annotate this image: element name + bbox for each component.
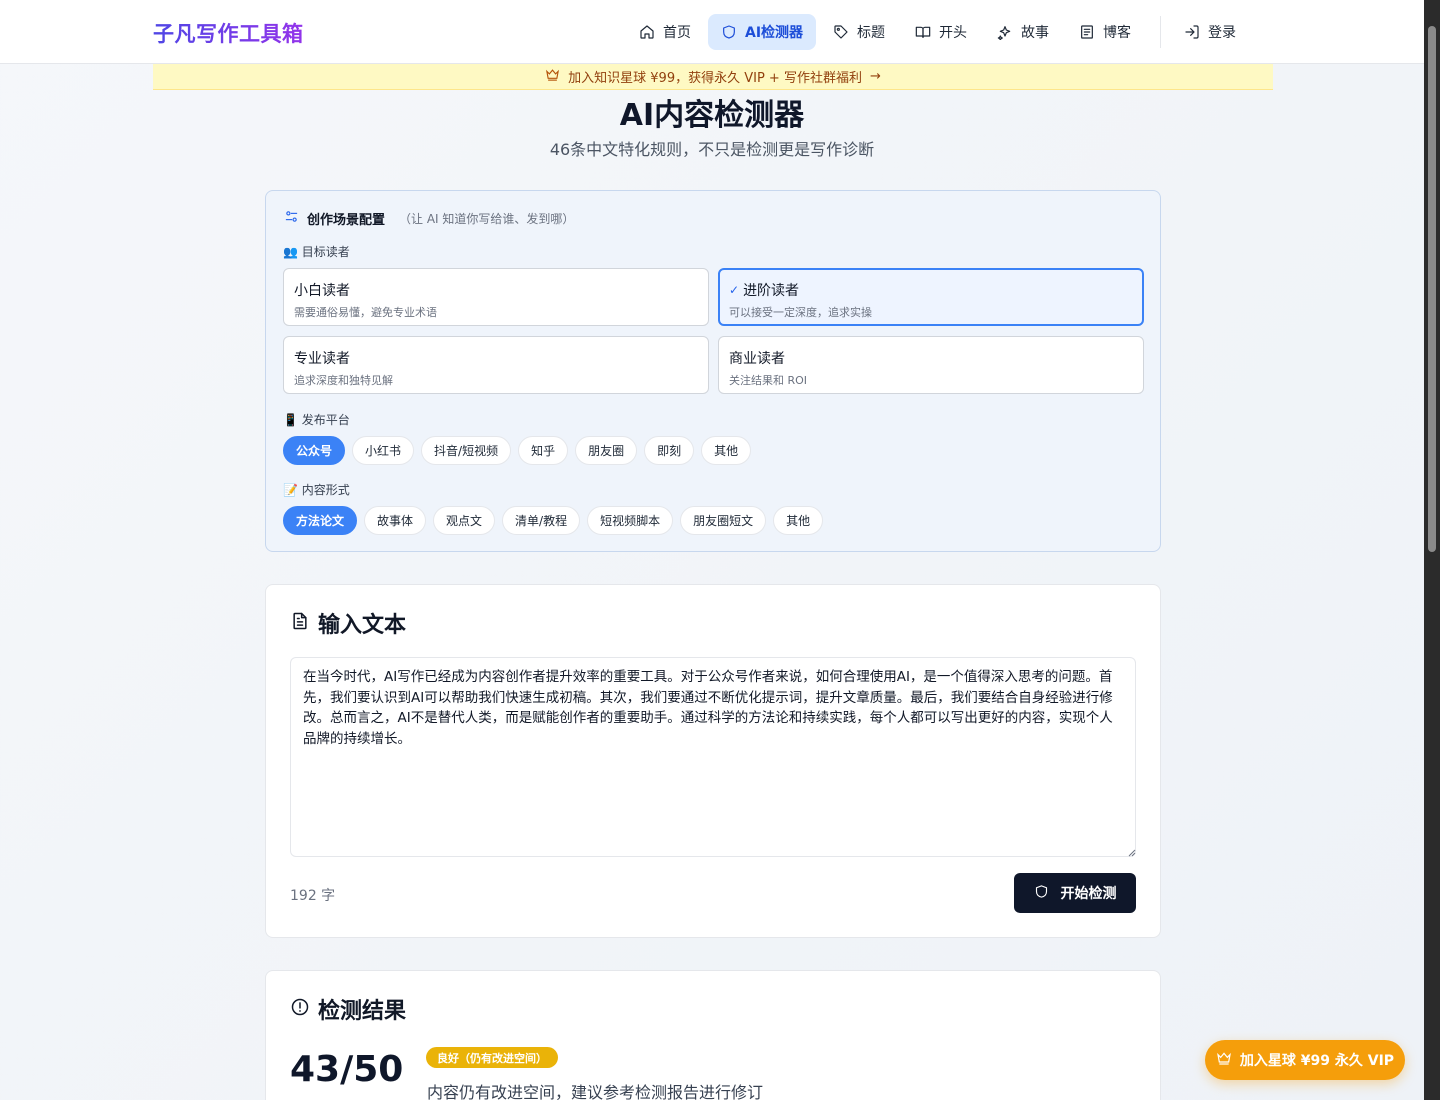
- format-label: 📝 内容形式: [283, 483, 350, 497]
- brand-logo[interactable]: 子凡写作工具箱: [153, 18, 304, 48]
- result-description: 内容仍有改进空间，建议参考检测报告进行修订: [427, 1083, 764, 1100]
- home-icon: [639, 24, 655, 40]
- audience-option-beginner[interactable]: 小白读者 需要通俗易懂，避免专业术语: [283, 268, 709, 326]
- format-chip[interactable]: 短视频脚本: [587, 506, 674, 535]
- nav-label: 博客: [1103, 25, 1132, 41]
- audience-name-row: ✓ 进阶读者: [729, 280, 1133, 300]
- score-value: 43/50: [290, 1049, 404, 1090]
- nav-label: 故事: [1021, 25, 1050, 41]
- crown-icon: [1216, 1050, 1232, 1070]
- vip-banner[interactable]: 加入知识星球 ¥99，获得永久 VIP + 写作社群福利 →: [153, 64, 1273, 90]
- format-chip[interactable]: 其他: [773, 506, 824, 535]
- sliders-icon: [284, 209, 299, 228]
- nav-item-blog[interactable]: 博客: [1066, 14, 1144, 50]
- main-nav: 首页 AI检测器 标题 开头 故事 博客 登录: [626, 14, 1253, 50]
- login-icon: [1184, 24, 1200, 40]
- page-title: AI内容检测器: [619, 98, 805, 133]
- nav-label: 标题: [857, 25, 886, 41]
- platform-chips: 公众号 小红书 抖音/短视频 知乎 朋友圈 即刻 其他: [283, 436, 752, 465]
- alert-circle-icon: [290, 997, 310, 1021]
- nav-item-home[interactable]: 首页: [626, 14, 704, 50]
- vip-label: 加入星球 ¥99 永久 VIP: [1239, 1053, 1395, 1069]
- scene-header: 创作场景配置 （让 AI 知道你写给谁、发到哪）: [284, 209, 574, 228]
- result-header: 检测结果: [290, 993, 406, 1025]
- audience-desc: 关注结果和 ROI: [729, 374, 808, 387]
- audience-option-advanced[interactable]: ✓ 进阶读者 可以接受一定深度，追求实操: [718, 268, 1144, 326]
- nav-item-ai-detector[interactable]: AI检测器: [708, 14, 817, 50]
- format-chip[interactable]: 方法论文: [283, 506, 358, 535]
- scrollbar-thumb[interactable]: [1428, 26, 1436, 552]
- nav-label: 首页: [663, 25, 691, 41]
- nav-item-story[interactable]: 故事: [984, 14, 1062, 50]
- format-chip[interactable]: 故事体: [364, 506, 427, 535]
- audience-option-professional[interactable]: 专业读者 追求深度和独特见解: [283, 336, 709, 394]
- format-chip[interactable]: 清单/教程: [502, 506, 581, 535]
- check-icon: ✓: [729, 283, 740, 297]
- audience-desc: 需要通俗易懂，避免专业术语: [294, 306, 437, 319]
- book-icon: [915, 24, 931, 40]
- top-header: 子凡写作工具箱 首页 AI检测器 标题 开头 故事 博客 登录: [0, 0, 1424, 64]
- platform-chip[interactable]: 其他: [701, 436, 752, 465]
- input-title: 输入文本: [318, 613, 407, 638]
- nav-item-title[interactable]: 标题: [820, 14, 898, 50]
- platform-chip[interactable]: 小红书: [352, 436, 415, 465]
- shield-icon: [721, 24, 737, 40]
- platform-chip[interactable]: 公众号: [283, 436, 346, 465]
- format-chip[interactable]: 朋友圈短文: [680, 506, 767, 535]
- scene-config-panel: 创作场景配置 （让 AI 知道你写给谁、发到哪） 👥 目标读者 小白读者 需要通…: [265, 190, 1161, 552]
- format-chip[interactable]: 观点文: [433, 506, 496, 535]
- nav-divider: [1160, 16, 1162, 48]
- audience-desc: 追求深度和独特见解: [294, 374, 393, 387]
- scene-title: 创作场景配置: [307, 213, 386, 228]
- banner-text: 加入知识星球 ¥99，获得永久 VIP + 写作社群福利: [568, 71, 862, 86]
- audience-name: 商业读者: [729, 351, 785, 367]
- vip-float-button[interactable]: 加入星球 ¥99 永久 VIP: [1205, 1040, 1405, 1080]
- arrow-right-icon: →: [869, 69, 881, 84]
- login-label: 登录: [1208, 25, 1237, 41]
- text-input[interactable]: 在当今时代，AI写作已经成为内容创作者提升效率的重要工具。对于公众号作者来说，如…: [290, 657, 1136, 857]
- result-title: 检测结果: [318, 999, 407, 1024]
- login-button[interactable]: 登录: [1171, 14, 1249, 50]
- nav-item-opening[interactable]: 开头: [902, 14, 980, 50]
- audience-name: 小白读者: [294, 283, 350, 299]
- audience-name: 专业读者: [294, 351, 350, 367]
- button-label: 开始检测: [1060, 886, 1117, 902]
- sparkles-icon: [997, 24, 1013, 41]
- format-chips: 方法论文 故事体 观点文 清单/教程 短视频脚本 朋友圈短文 其他: [283, 506, 824, 535]
- input-header: 输入文本: [290, 607, 406, 639]
- result-panel: 检测结果 43/50 良好（仍有改进空间） 内容仍有改进空间，建议参考检测报告进…: [265, 970, 1161, 1100]
- platform-chip[interactable]: 即刻: [644, 436, 695, 465]
- char-count: 192 字: [290, 888, 336, 904]
- platform-chip[interactable]: 抖音/短视频: [421, 436, 512, 465]
- audience-name: 进阶读者: [743, 283, 800, 299]
- start-detect-button[interactable]: 开始检测: [1014, 873, 1136, 913]
- nav-label: 开头: [939, 25, 968, 41]
- platform-chip[interactable]: 知乎: [518, 436, 569, 465]
- platform-chip[interactable]: 朋友圈: [575, 436, 638, 465]
- platform-label: 📱 发布平台: [283, 413, 350, 427]
- nav-label: AI检测器: [745, 25, 804, 41]
- input-panel: 输入文本 在当今时代，AI写作已经成为内容创作者提升效率的重要工具。对于公众号作…: [265, 584, 1161, 938]
- shield-icon: [1034, 884, 1049, 903]
- status-badge: 良好（仍有改进空间）: [426, 1047, 558, 1068]
- crown-icon: [545, 67, 560, 86]
- tag-icon: [833, 24, 849, 40]
- page-subtitle: 46条中文特化规则，不只是检测更是写作诊断: [549, 140, 875, 159]
- audience-desc: 可以接受一定深度，追求实操: [729, 306, 872, 319]
- audience-option-business[interactable]: 商业读者 关注结果和 ROI: [718, 336, 1144, 394]
- scene-hint: （让 AI 知道你写给谁、发到哪）: [399, 212, 575, 226]
- audience-label: 👥 目标读者: [283, 245, 350, 259]
- page-scrollbar[interactable]: [1424, 0, 1440, 1100]
- newspaper-icon: [1079, 24, 1095, 40]
- resize-handle-icon[interactable]: [1128, 849, 1136, 857]
- document-icon: [290, 611, 310, 635]
